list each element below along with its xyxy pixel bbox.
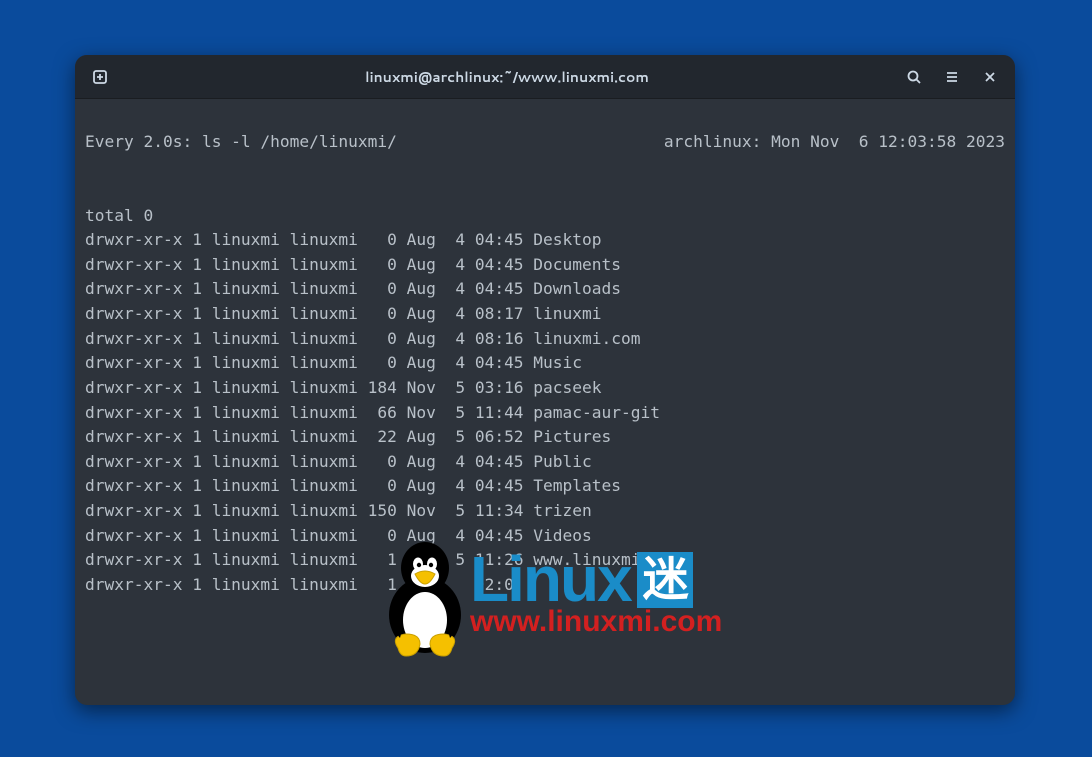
- search-icon: [906, 69, 922, 85]
- titlebar: linuxmi@archlinux:~/www.linuxmi.com: [75, 55, 1015, 99]
- watermark: Linux 迷 www.linuxmi.com: [370, 530, 722, 660]
- search-button[interactable]: [897, 62, 931, 92]
- tux-icon: [370, 530, 480, 660]
- watermark-suffix: 迷: [637, 552, 693, 608]
- watermark-url: www.linuxmi.com: [470, 605, 722, 639]
- new-tab-button[interactable]: [83, 62, 117, 92]
- close-icon: [982, 69, 998, 85]
- hamburger-icon: [944, 69, 960, 85]
- watch-host-time: archlinux: Mon Nov 6 12:03:58 2023: [664, 130, 1005, 155]
- total-line: total 0: [85, 206, 153, 225]
- plus-square-icon: [92, 69, 108, 85]
- watch-command: Every 2.0s: ls -l /home/linuxmi/: [85, 130, 397, 155]
- close-button[interactable]: [973, 62, 1007, 92]
- menu-button[interactable]: [935, 62, 969, 92]
- watermark-brand: Linux: [470, 551, 631, 609]
- window-title: linuxmi@archlinux:~/www.linuxmi.com: [117, 67, 897, 87]
